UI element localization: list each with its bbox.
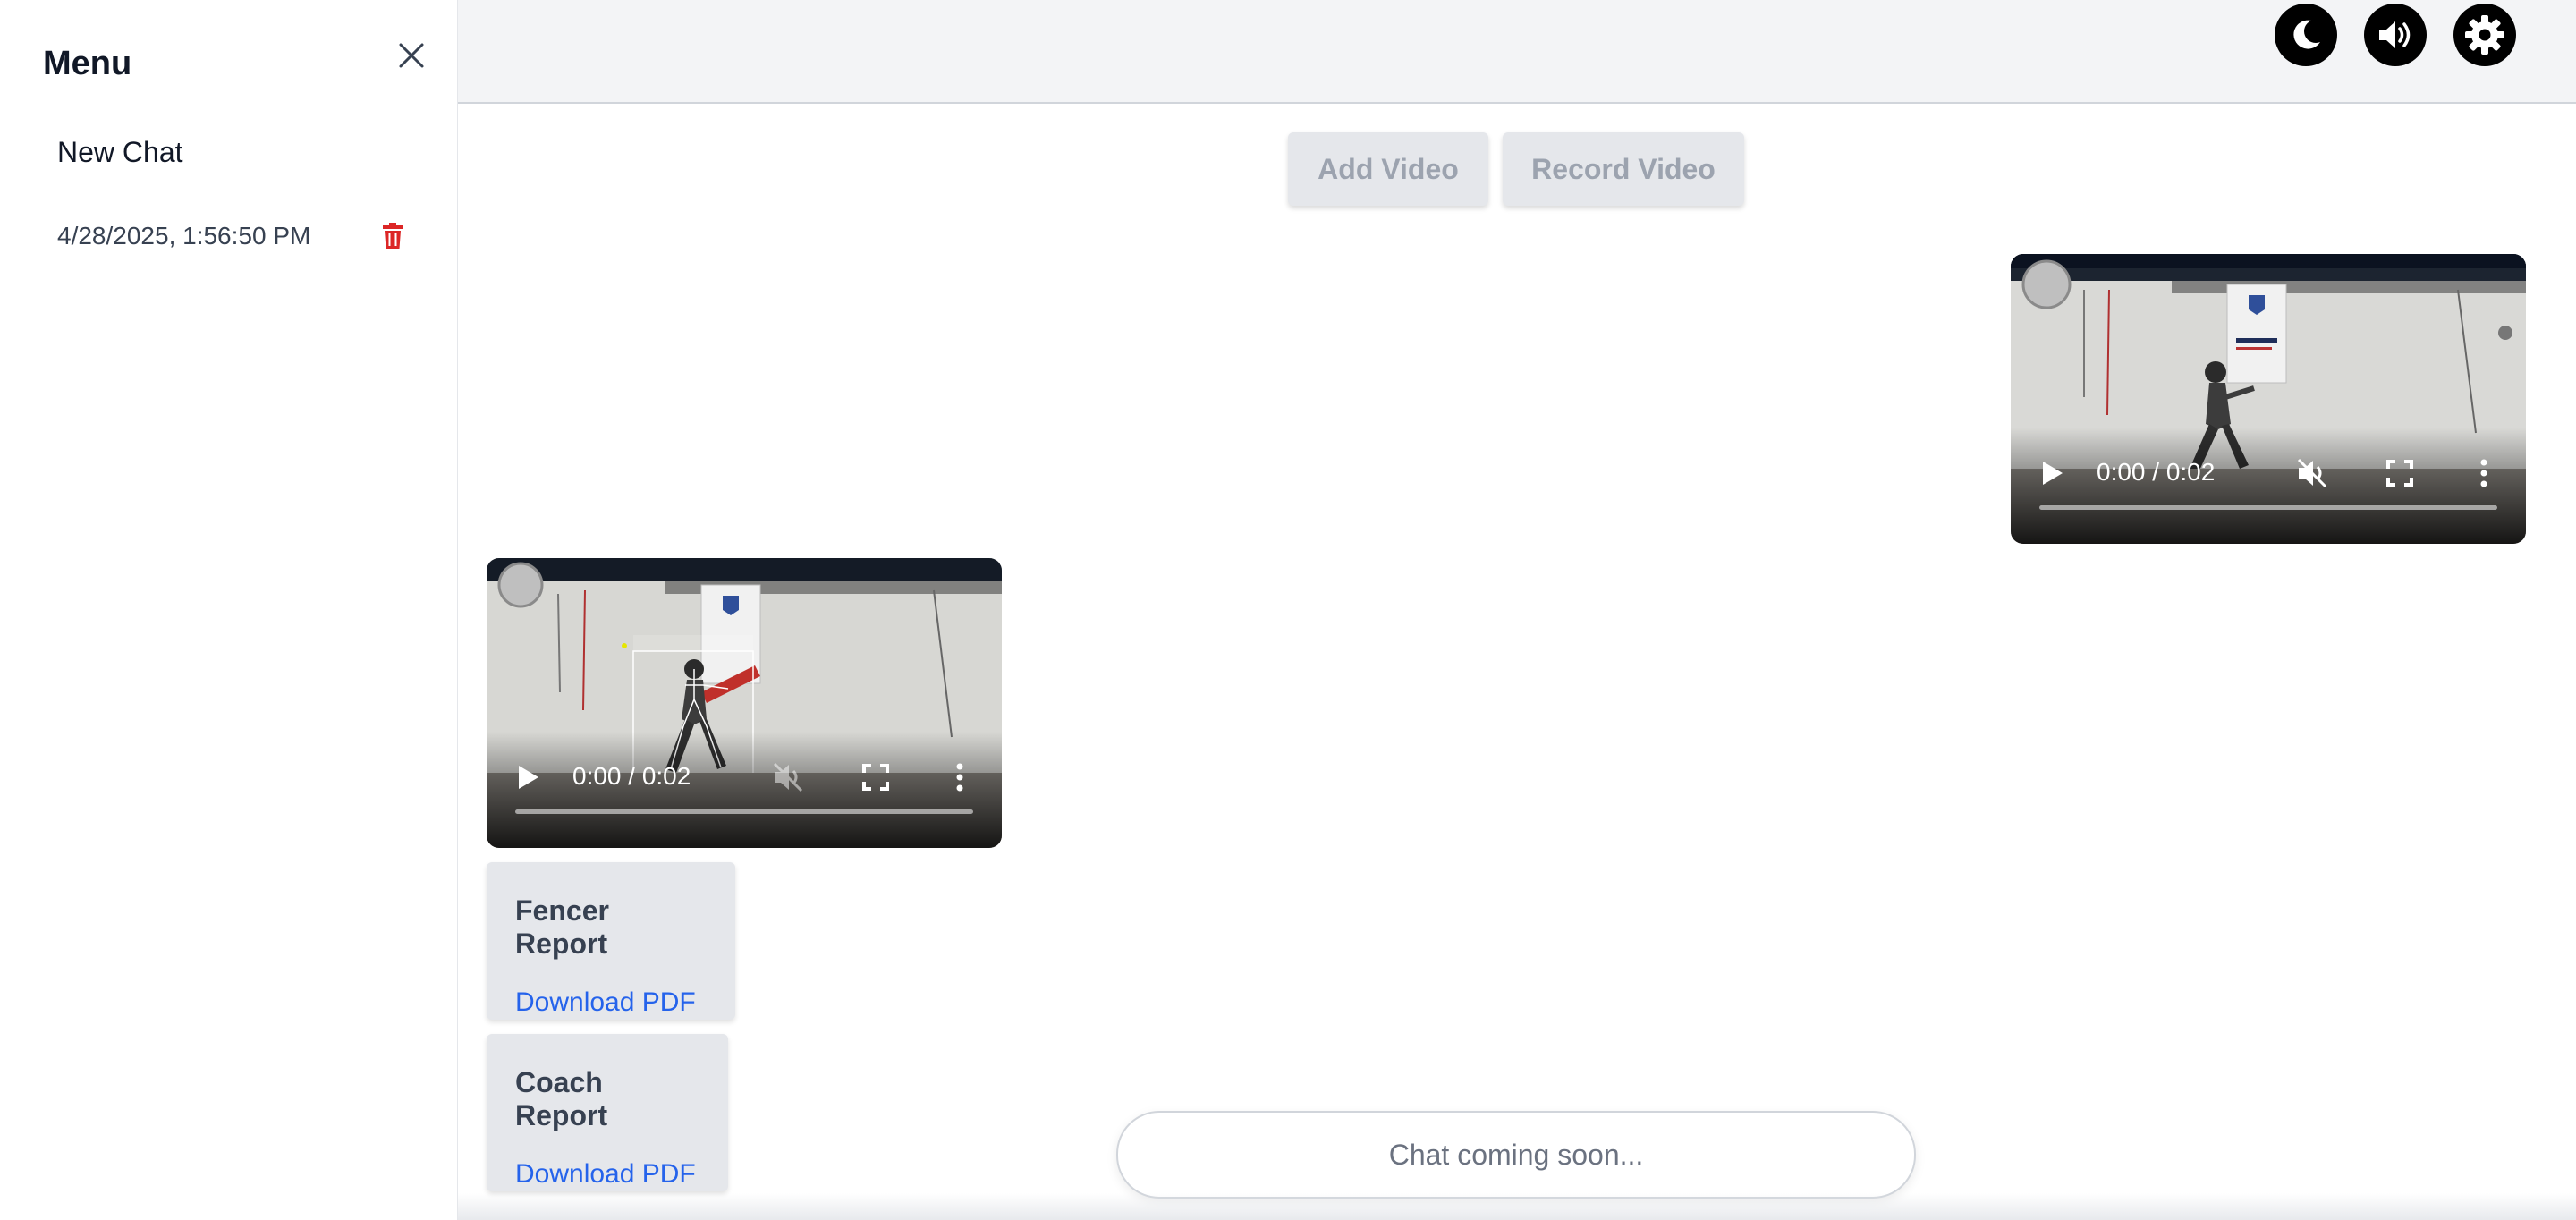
add-video-button[interactable]: Add Video	[1288, 132, 1488, 206]
video-controls: 0:00 / 0:02	[487, 732, 1002, 848]
sound-button[interactable]	[2364, 4, 2427, 66]
video-progress-bar[interactable]	[515, 809, 973, 814]
delete-chat-button[interactable]	[379, 222, 406, 250]
analyzed-video-player[interactable]: 0:00 / 0:02	[487, 558, 1002, 848]
coach-report-card: Coach Report Download PDF	[487, 1034, 728, 1191]
uploaded-video-player[interactable]: 0:00 / 0:02	[2011, 254, 2526, 544]
top-header	[458, 0, 2576, 104]
dark-mode-button[interactable]	[2275, 4, 2337, 66]
muted-volume-icon[interactable]	[2295, 456, 2329, 490]
download-pdf-link[interactable]: Download PDF	[515, 1159, 699, 1190]
fullscreen-icon[interactable]	[862, 764, 889, 791]
gear-icon	[2465, 15, 2504, 55]
play-icon[interactable]	[517, 764, 540, 791]
report-title: Coach Report	[515, 1066, 608, 1131]
video-time: 0:00 / 0:02	[2097, 458, 2216, 486]
play-icon[interactable]	[2041, 460, 2064, 487]
moon-icon	[2293, 20, 2320, 49]
chat-history-item[interactable]: 4/28/2025, 1:56:50 PM	[57, 218, 415, 254]
muted-volume-icon[interactable]	[771, 760, 805, 794]
record-video-button[interactable]: Record Video	[1503, 132, 1744, 206]
video-progress-bar[interactable]	[2039, 505, 2497, 510]
download-pdf-link[interactable]: Download PDF	[515, 987, 707, 1018]
trash-icon	[383, 223, 402, 249]
chat-history-label: 4/28/2025, 1:56:50 PM	[57, 222, 311, 250]
video-time: 0:00 / 0:02	[572, 762, 691, 790]
report-title: Fencer Report	[515, 894, 609, 960]
fencer-report-card: Fencer Report Download PDF	[487, 862, 735, 1020]
video-controls: 0:00 / 0:02	[2011, 428, 2526, 544]
sidebar: Menu New Chat 4/28/2025, 1:56:50 PM	[0, 0, 458, 1220]
more-options-icon[interactable]	[2479, 458, 2488, 488]
chat-input[interactable]: Chat coming soon...	[1116, 1111, 1916, 1199]
more-options-icon[interactable]	[955, 762, 964, 792]
settings-button[interactable]	[2453, 4, 2516, 66]
fullscreen-icon[interactable]	[2386, 460, 2413, 487]
volume-icon	[2379, 21, 2411, 48]
close-icon	[399, 43, 424, 68]
close-menu-button[interactable]	[394, 38, 429, 73]
new-chat-button[interactable]: New Chat	[57, 136, 183, 169]
menu-title: Menu	[43, 45, 132, 82]
